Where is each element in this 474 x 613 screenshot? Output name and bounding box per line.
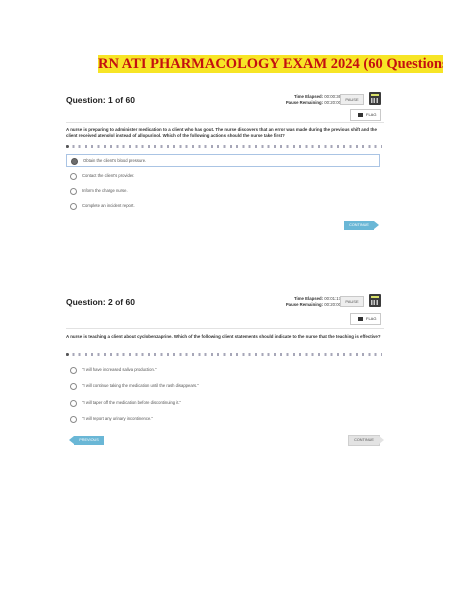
answer-option-4[interactable]: "I will report any urinary incontinence.… [66,413,384,424]
answer-option-text: "I will taper off the medication before … [82,400,182,405]
question-stem: A nurse is preparing to administer medic… [66,127,377,139]
radio-icon[interactable] [70,187,77,195]
answer-option-text: "I will have increased saliva production… [82,367,157,372]
answer-option-text: Contact the client's provider. [82,173,135,178]
radio-icon[interactable] [70,366,77,374]
answer-option-3[interactable]: "I will taper off the medication before … [66,397,384,408]
flag-label: FLAG [366,316,377,321]
continue-button[interactable]: CONTINUE [344,221,379,230]
calculator-icon[interactable] [369,92,381,105]
radio-icon[interactable] [70,172,77,180]
timer-readout: Time Elapsed: 00:00:36 Pause Remaining: … [286,94,341,106]
answer-option-1[interactable]: "I will have increased saliva production… [66,364,384,375]
time-elapsed-value: 00:00:36 [324,94,341,99]
answer-option-2[interactable]: "I will continue taking the medication u… [66,380,384,391]
answer-option-text: Obtain the client's blood pressure. [83,158,147,163]
flag-button[interactable]: FLAG [350,313,381,325]
pause-remaining-label: Pause Remaining: [285,302,324,307]
question-panel-2: Question: 2 of 60 Time Elapsed: 00:01:17… [62,290,384,450]
pause-remaining-value: 00:20:00 [324,302,341,307]
answer-option-1[interactable]: Obtain the client's blood pressure. [66,154,380,167]
pause-button[interactable]: PAUSE [340,296,364,307]
time-elapsed-value: 00:01:17 [324,296,341,301]
flag-icon [358,316,363,321]
radio-icon[interactable] [70,382,77,390]
question-progress-dots[interactable] [66,352,382,356]
question-stem: A nurse is teaching a client about cyclo… [66,334,381,339]
time-elapsed-label: Time Elapsed: [294,296,324,301]
pause-remaining-value: 00:20:00 [324,100,341,105]
answer-option-3[interactable]: Inform the charge nurse. [66,185,384,196]
radio-icon[interactable] [70,399,77,407]
answer-option-text: Inform the charge nurse. [82,188,128,193]
pause-remaining-label: Pause Remaining: [285,100,324,105]
answer-option-text: "I will continue taking the medication u… [82,383,199,388]
flag-button[interactable]: FLAG [350,109,381,121]
previous-button[interactable]: PREVIOUS [69,436,104,445]
flag-icon [358,112,363,117]
radio-icon[interactable] [70,202,77,210]
current-question-dot [66,352,69,356]
question-number: Question: 1 of 60 [66,95,135,105]
calculator-icon[interactable] [369,294,381,307]
divider [66,328,384,329]
divider [66,122,384,123]
flag-label: FLAG [366,112,377,117]
continue-button[interactable]: CONTINUE [348,435,384,446]
radio-icon[interactable] [70,415,77,423]
answer-option-text: "I will report any urinary incontinence.… [82,416,153,421]
pause-button[interactable]: PAUSE [340,94,364,105]
question-number: Question: 2 of 60 [66,297,135,307]
question-progress-dots[interactable] [66,144,382,148]
time-elapsed-label: Time Elapsed: [294,94,324,99]
answer-option-4[interactable]: Complete an incident report. [66,200,384,211]
radio-selected-icon[interactable] [71,157,78,165]
answer-option-text: Complete an incident report. [82,203,135,208]
question-panel-1: Question: 1 of 60 Time Elapsed: 00:00:36… [62,88,384,238]
document-title: RN ATI PHARMACOLOGY EXAM 2024 (60 Questi… [98,55,443,73]
timer-readout: Time Elapsed: 00:01:17 Pause Remaining: … [286,296,341,308]
answer-option-2[interactable]: Contact the client's provider. [66,170,384,181]
current-question-dot [66,144,69,148]
